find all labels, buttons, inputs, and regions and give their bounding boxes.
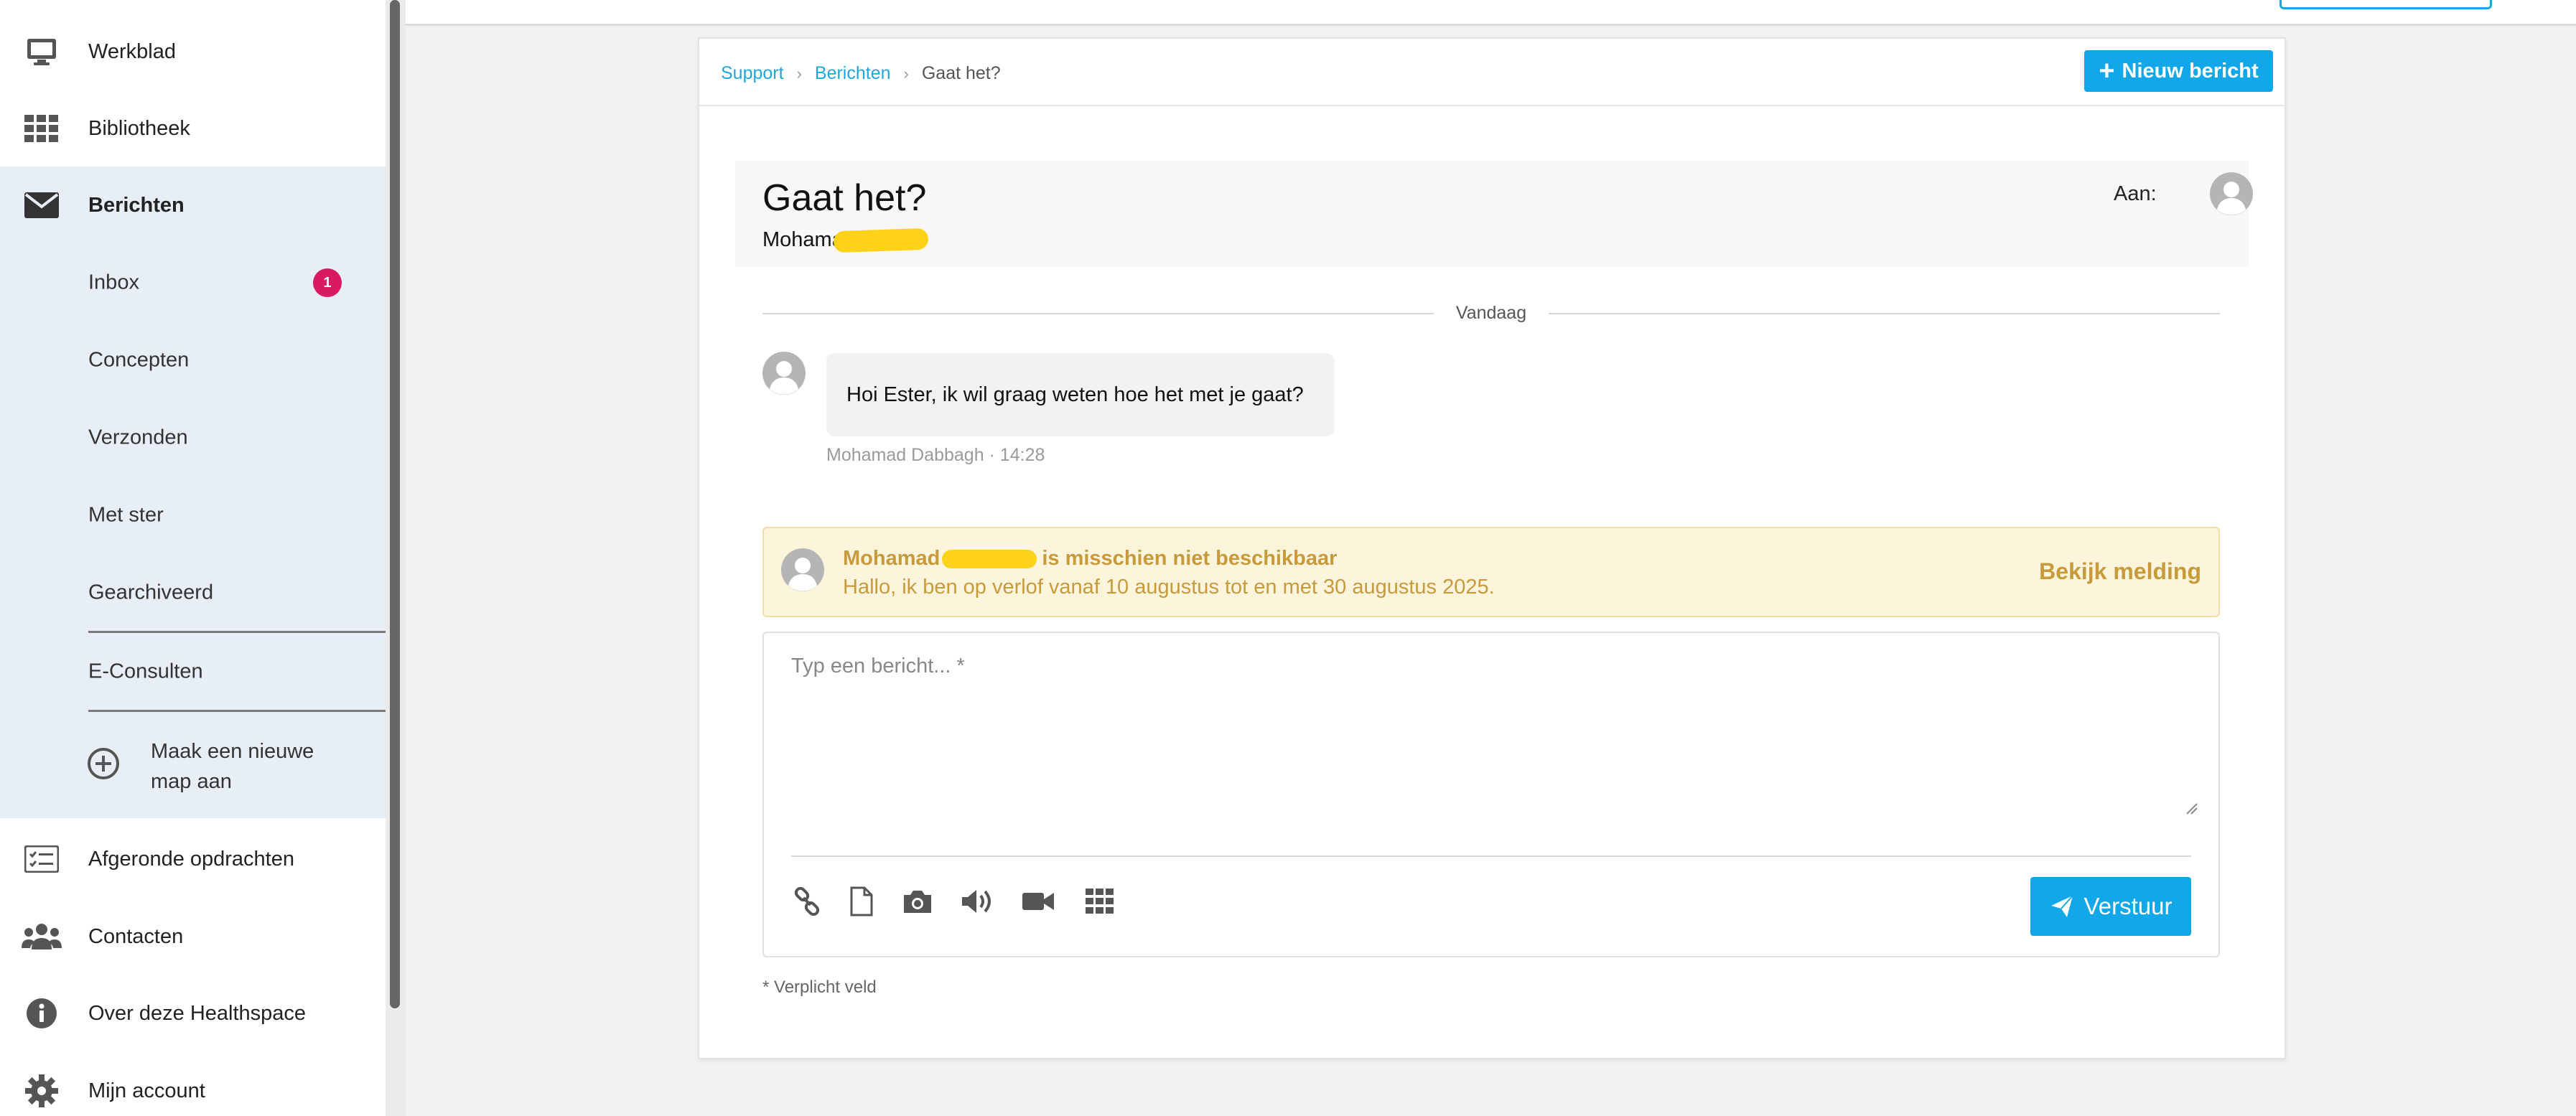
submenu-item-met-ster[interactable]: Met ster bbox=[0, 477, 386, 554]
top-bar-button[interactable] bbox=[2279, 0, 2492, 9]
sidebar-item-bibliotheek[interactable]: Bibliotheek bbox=[0, 90, 386, 167]
away-notice: Mohamad is misschien niet beschikbaar Hal… bbox=[762, 527, 2220, 617]
redaction-mark bbox=[833, 228, 929, 253]
submenu-item-inbox[interactable]: Inbox 1 bbox=[0, 244, 386, 322]
camera-icon[interactable] bbox=[900, 884, 935, 919]
day-label: Vandaag bbox=[1455, 303, 1527, 323]
sidebar-item-contacten[interactable]: Contacten bbox=[0, 898, 386, 975]
avatar bbox=[781, 548, 824, 591]
users-icon bbox=[22, 916, 62, 957]
sidebar-item-label: Berichten bbox=[88, 193, 185, 217]
send-label: Verstuur bbox=[2083, 893, 2173, 919]
submenu-item-gearchiveerd[interactable]: Gearchiveerd bbox=[0, 554, 386, 632]
submenu-item-label: Gearchiveerd bbox=[88, 581, 214, 604]
plus-icon: + bbox=[2099, 56, 2115, 86]
day-divider: Vandaag bbox=[762, 303, 2220, 324]
submenu-item-label: Concepten bbox=[88, 348, 190, 372]
divider-line bbox=[762, 313, 1434, 314]
to-label: Aan: bbox=[2114, 182, 2157, 205]
submenu-item-label: Inbox bbox=[88, 271, 139, 294]
file-icon[interactable] bbox=[844, 884, 879, 919]
video-icon[interactable] bbox=[1021, 884, 1055, 919]
sidebar-item-label: Afgeronde opdrachten bbox=[88, 847, 294, 871]
breadcrumb-berichten[interactable]: Berichten bbox=[815, 63, 891, 84]
monitor-icon bbox=[22, 32, 62, 72]
message-bubble: Hoi Ester, ik wil graag weten hoe het me… bbox=[826, 353, 1335, 436]
submenu-item-concepten[interactable]: Concepten bbox=[0, 322, 386, 399]
new-folder-button[interactable]: Maak een nieuwe map aan bbox=[0, 728, 386, 805]
redaction-mark bbox=[942, 550, 1037, 568]
submenu-item-label: Verzonden bbox=[88, 426, 188, 449]
sidebar-item-werkblad[interactable]: Werkblad bbox=[0, 13, 386, 90]
sidebar-item-label: Bibliotheek bbox=[88, 116, 190, 140]
sidebar-item-label: Contacten bbox=[88, 924, 184, 948]
grid-icon bbox=[22, 108, 62, 149]
message-text: Hoi Ester, ik wil graag weten hoe het me… bbox=[846, 383, 1304, 406]
sidebar-item-label: Mijn account bbox=[88, 1079, 205, 1102]
breadcrumb-current: Gaat het? bbox=[921, 63, 1001, 83]
audio-icon[interactable] bbox=[959, 884, 994, 919]
submenu-item-label: Met ster bbox=[88, 503, 164, 527]
submenu-divider bbox=[88, 710, 386, 712]
away-notice-text: Hallo, ik ben op verlof vanaf 10 augustu… bbox=[843, 576, 1495, 599]
away-notice-title-suffix: is misschien niet beschikbaar bbox=[1042, 547, 1338, 570]
sidebar-item-label: Over deze Healthspace bbox=[88, 1001, 307, 1025]
divider-line bbox=[1549, 313, 2220, 314]
submenu-item-verzonden[interactable]: Verzonden bbox=[0, 399, 386, 477]
checklist-icon bbox=[22, 839, 62, 879]
chevron-right-icon: › bbox=[796, 64, 802, 83]
new-folder-label-line2: map aan bbox=[151, 770, 232, 793]
sidebar-item-berichten[interactable]: Berichten bbox=[0, 167, 386, 244]
breadcrumb: Support › Berichten › Gaat het? bbox=[721, 63, 1001, 84]
sidebar-item-label: Werkblad bbox=[88, 39, 176, 63]
message-card: Support › Berichten › Gaat het? + Nieuw … bbox=[698, 37, 2286, 1059]
card-header: Support › Berichten › Gaat het? + Nieuw … bbox=[699, 39, 2285, 106]
avatar bbox=[762, 352, 806, 395]
new-message-button[interactable]: + Nieuw bericht bbox=[2084, 50, 2273, 92]
sidebar-item-over-deze-healthspace[interactable]: Over deze Healthspace bbox=[0, 975, 386, 1052]
new-message-label: Nieuw bericht bbox=[2122, 59, 2259, 83]
apps-grid-icon[interactable] bbox=[1083, 884, 1117, 919]
composer-divider bbox=[791, 855, 2191, 857]
breadcrumb-support[interactable]: Support bbox=[721, 63, 784, 84]
info-icon bbox=[22, 993, 62, 1033]
new-folder-label: Maak een nieuwe map aan bbox=[151, 736, 314, 797]
view-notice-button[interactable]: Bekijk melding bbox=[2039, 558, 2201, 585]
plus-circle-icon bbox=[86, 746, 121, 787]
recipient-avatar[interactable] bbox=[2210, 172, 2253, 215]
message-meta: Mohamad Dabbagh · 14:28 bbox=[826, 445, 1045, 465]
message-input[interactable] bbox=[791, 647, 2191, 824]
send-button[interactable]: Verstuur bbox=[2030, 877, 2191, 936]
message-composer: Verstuur bbox=[762, 632, 2220, 957]
submenu-item-e-consulten[interactable]: E-Consulten bbox=[0, 633, 386, 711]
page-title: Gaat het? bbox=[762, 177, 927, 219]
top-bar bbox=[406, 0, 2576, 26]
required-field-note: * Verplicht veld bbox=[762, 977, 877, 997]
chevron-right-icon: › bbox=[903, 64, 909, 83]
conversation-header: Gaat het? Mohamad Aan: bbox=[735, 161, 2253, 267]
away-notice-name: Mohamad bbox=[843, 547, 941, 570]
away-notice-title: Mohamad is misschien niet beschikbaar bbox=[843, 547, 1337, 571]
sidebar-scrollbar-thumb[interactable] bbox=[390, 0, 400, 1008]
unread-badge: 1 bbox=[313, 268, 342, 297]
submenu-item-label: E-Consulten bbox=[88, 660, 203, 683]
new-folder-label-line1: Maak een nieuwe bbox=[151, 740, 314, 763]
envelope-icon bbox=[22, 185, 62, 225]
sidebar: Werkblad Bibliotheek Berichten Inbox 1 C… bbox=[0, 0, 386, 1116]
sidebar-item-mijn-account[interactable]: Mijn account bbox=[0, 1052, 386, 1116]
resize-handle-icon[interactable] bbox=[2184, 801, 2198, 815]
link-icon[interactable] bbox=[790, 884, 824, 919]
sidebar-item-afgeronde-opdrachten[interactable]: Afgeronde opdrachten bbox=[0, 820, 386, 898]
gear-icon bbox=[22, 1071, 62, 1111]
send-icon bbox=[2050, 895, 2073, 917]
messages-group: Berichten Inbox 1 Concepten Verzonden Me… bbox=[0, 167, 386, 818]
